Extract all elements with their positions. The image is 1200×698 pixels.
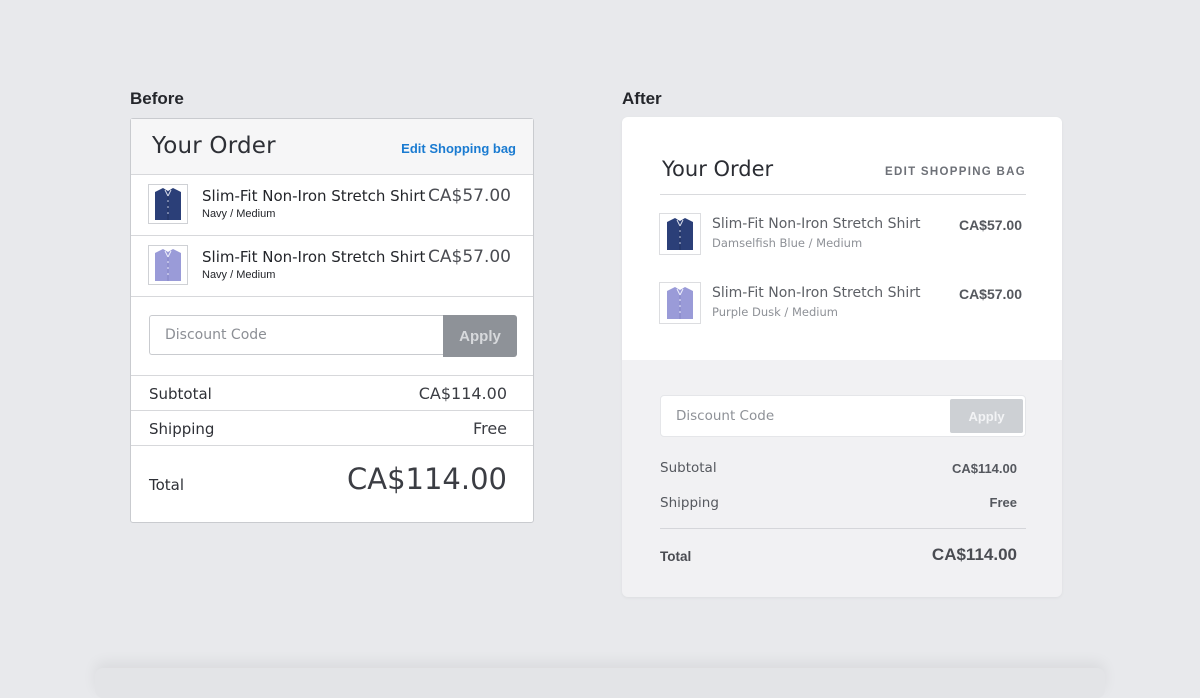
shipping-value: Free [989,495,1017,510]
purple-shirt-icon [659,282,701,324]
discount-section: Apply [660,395,1026,437]
subtotal-label: Subtotal [660,460,717,476]
shipping-label: Shipping [660,495,719,511]
order-title: Your Order [152,133,276,159]
item-variant: Purple Dusk / Medium [712,305,838,319]
item-price: CA$57.00 [428,247,511,267]
before-order-card: Your Order Edit Shopping bag Slim-Fit No… [130,118,534,523]
item-name: Slim-Fit Non-Iron Stretch Shirt [712,216,921,232]
item-variant: Damselfish Blue / Medium [712,236,863,250]
navy-shirt-icon [148,184,188,224]
total-value: CA$114.00 [931,545,1017,564]
total-label: Total [660,549,692,564]
bottom-panel-edge [95,668,1105,698]
item-name: Slim-Fit Non-Iron Stretch Shirt [202,248,426,266]
item-price: CA$57.00 [958,286,1022,302]
divider [660,194,1026,195]
item-price: CA$57.00 [958,217,1022,233]
total-value: CA$114.00 [346,462,507,496]
total-label: Total [149,476,185,494]
apply-button[interactable]: Apply [950,399,1023,433]
discount-code-input[interactable] [661,396,951,436]
item-variant: Navy / Medium [202,208,276,220]
subtotal-row: Subtotal CA$114.00 [131,376,533,411]
subtotal-label: Subtotal [149,385,212,403]
navy-shirt-icon [659,213,701,255]
item-name: Slim-Fit Non-Iron Stretch Shirt [712,285,921,301]
subtotal-value: CA$114.00 [951,461,1017,476]
item-variant: Navy / Medium [202,269,276,281]
discount-section: Apply [131,297,533,376]
order-items-panel: Your Order EDIT SHOPPING BAG Slim-Fit No… [622,117,1062,360]
discount-code-input[interactable] [149,315,443,355]
apply-button[interactable]: Apply [443,315,517,357]
edit-shopping-bag-link[interactable]: Edit Shopping bag [401,141,516,156]
order-header: Your Order Edit Shopping bag [131,119,533,175]
after-label: After [622,89,662,108]
order-item: Slim-Fit Non-Iron Stretch Shirt Navy / M… [131,175,533,236]
total-row: Total CA$114.00 [131,446,533,522]
subtotal-value: CA$114.00 [418,384,507,403]
edit-shopping-bag-link[interactable]: EDIT SHOPPING BAG [885,166,1026,178]
item-name: Slim-Fit Non-Iron Stretch Shirt [202,187,426,205]
shipping-value: Free [473,419,507,438]
after-order-card: Your Order EDIT SHOPPING BAG Slim-Fit No… [622,117,1062,597]
shipping-row: Shipping Free [131,411,533,446]
item-price: CA$57.00 [428,186,511,206]
order-title: Your Order [662,157,774,181]
purple-shirt-icon [148,245,188,285]
order-item: Slim-Fit Non-Iron Stretch Shirt Navy / M… [131,236,533,297]
before-label: Before [130,89,184,108]
shipping-label: Shipping [149,420,215,438]
divider [660,528,1026,529]
